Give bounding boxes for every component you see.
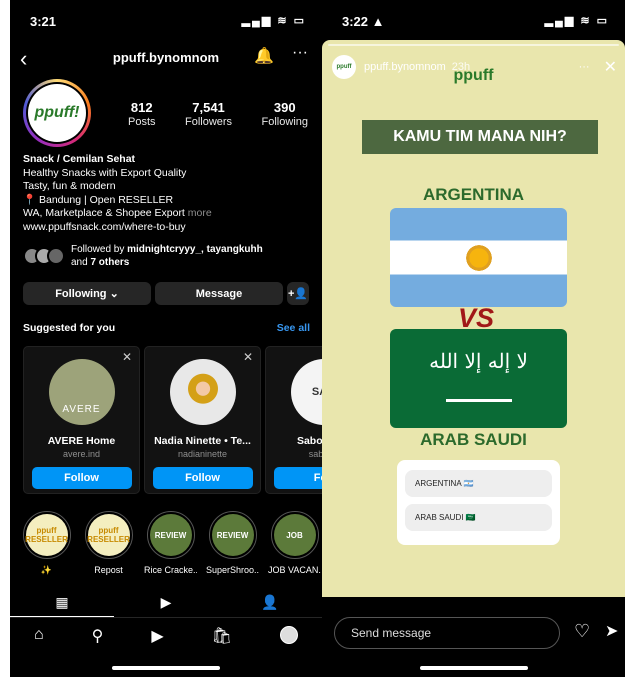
story-highlights: ppuff RESELLER ✨ ppuff RESELLER Repost R… xyxy=(20,511,321,576)
status-bar: 3:21 ▂▄▆ ≋ ▭ xyxy=(10,0,322,40)
profile-nav-avatar[interactable] xyxy=(279,626,298,644)
poll-option[interactable]: ARAB SAUDI 🇸🇦 xyxy=(405,504,552,531)
bio-line: WA, Marketplace & Shopee Export more xyxy=(23,207,212,219)
more-options-icon[interactable]: ··· xyxy=(292,44,308,62)
status-bar: 3:22 ▲ ▂▄▆ ≋ ▭ xyxy=(322,0,625,40)
tagged-icon[interactable]: 👤 xyxy=(218,592,322,617)
profile-actions: Following ⌄ Message +👤 xyxy=(23,282,314,305)
search-icon[interactable]: ⚲ xyxy=(92,626,104,646)
status-icons: ▂▄▆ ≋ ▭ xyxy=(241,15,306,27)
follow-button[interactable]: Follow xyxy=(152,467,253,489)
avatar: AVERE xyxy=(48,359,115,425)
avatar xyxy=(169,359,236,425)
message-button[interactable]: Message xyxy=(155,282,283,305)
reels-nav-icon[interactable]: ▶ xyxy=(151,626,163,646)
suggested-title: Suggested for you xyxy=(23,322,116,334)
highlight-item[interactable]: REVIEW Rice Cracke... xyxy=(144,511,197,576)
home-icon[interactable]: ⌂ xyxy=(34,626,44,646)
suggested-cards: ✕ AVERE AVERE Home avere.ind Follow ✕ Na… xyxy=(23,346,322,494)
see-all-link[interactable]: See all xyxy=(277,322,310,334)
profile-screen: 3:21 ▂▄▆ ≋ ▭ ‹ ppuff.bynomnom 🔔 ··· ppuf… xyxy=(10,0,322,677)
stat-followers[interactable]: 7,541 Followers xyxy=(185,100,232,128)
sun-icon xyxy=(464,243,494,273)
saudi-flag: لا إله إلا الله xyxy=(390,329,567,428)
card-username: saboen xyxy=(308,449,322,459)
bottom-nav: ⌂ ⚲ ▶ 🛍 xyxy=(10,626,322,646)
team-argentina-label: ARGENTINA xyxy=(422,185,525,204)
follow-button[interactable]: Foll xyxy=(273,467,322,489)
profile-username: ppuff.bynomnom xyxy=(112,50,220,65)
bio-line: 📍 Bandung | Open RESELLER xyxy=(23,193,174,206)
avatar-logo: ppuff! xyxy=(28,84,86,142)
story-question: KAMU TIM MANA NIH? xyxy=(362,120,598,154)
card-name: Nadia Ninette • Te... xyxy=(154,435,251,447)
poll-sticker: ARGENTINA 🇦🇷 ARAB SAUDI 🇸🇦 xyxy=(397,460,560,545)
status-time: 3:22 ▲ xyxy=(342,14,385,29)
avatar xyxy=(47,247,65,265)
add-user-button[interactable]: +👤 xyxy=(287,282,309,305)
home-indicator xyxy=(112,666,220,670)
sword-icon xyxy=(446,399,512,402)
suggested-header: Suggested for you See all xyxy=(23,322,310,334)
avatar: SAB xyxy=(290,359,322,425)
stat-following[interactable]: 390 Following xyxy=(262,100,308,128)
shop-icon[interactable]: 🛍 xyxy=(212,626,232,646)
profile-bio: Snack / Cemilan Sehat Healthy Snacks wit… xyxy=(23,153,314,234)
flag-script: لا إله إلا الله xyxy=(429,349,528,373)
status-icons: ▂▄▆ ≋ ▭ xyxy=(544,15,609,27)
suggested-card[interactable]: ✕ AVERE AVERE Home avere.ind Follow xyxy=(23,346,140,494)
status-time: 3:21 xyxy=(30,14,57,29)
profile-stats: 812 Posts 7,541 Followers 390 Following xyxy=(128,100,308,128)
reels-icon[interactable]: ▶ xyxy=(114,592,218,617)
suggested-card[interactable]: SAB Saboën by saboen Foll xyxy=(265,346,322,494)
follow-button[interactable]: Follow xyxy=(31,467,132,489)
profile-avatar[interactable]: ppuff! xyxy=(23,79,91,147)
bio-more-link[interactable]: more xyxy=(188,207,212,219)
card-name: AVERE Home xyxy=(47,435,116,447)
highlight-item[interactable]: JOB JOB VACAN... xyxy=(268,511,321,576)
bio-name: Snack / Cemilan Sehat xyxy=(23,153,136,165)
profile-tabs: ▦ ▶ 👤 xyxy=(10,592,322,618)
bio-line: Tasty, fun & modern xyxy=(23,180,116,192)
heart-icon[interactable]: ♡ xyxy=(574,621,590,642)
profile-header: ‹ ppuff.bynomnom 🔔 ··· xyxy=(10,44,322,74)
highlight-item[interactable]: REVIEW SuperShroo... xyxy=(206,511,259,576)
stat-posts[interactable]: 812 Posts xyxy=(128,100,156,128)
followed-by[interactable]: Followed by midnightcryyy_, tayangkuhh an… xyxy=(23,243,314,269)
argentina-flag xyxy=(390,208,567,307)
card-name: Saboën by xyxy=(296,435,322,447)
close-icon[interactable]: ✕ xyxy=(243,350,253,364)
bell-icon[interactable]: 🔔 xyxy=(254,46,274,66)
story-content[interactable]: ppuff ppuff.bynomnom 23h ··· ✕ ppuff KAM… xyxy=(322,40,625,597)
close-icon[interactable]: ✕ xyxy=(122,350,132,364)
bio-line: Healthy Snacks with Export Quality xyxy=(23,166,187,179)
highlight-item[interactable]: ppuff RESELLER Repost xyxy=(82,511,135,576)
highlight-item[interactable]: ppuff RESELLER ✨ xyxy=(20,511,73,576)
story-brand: ppuff xyxy=(453,67,494,84)
following-button[interactable]: Following ⌄ xyxy=(23,282,151,305)
home-indicator xyxy=(420,666,528,670)
team-saudi-label: ARAB SAUDI xyxy=(420,430,527,449)
card-username: nadianinette xyxy=(177,449,228,459)
card-username: avere.ind xyxy=(62,449,101,459)
send-message-input[interactable]: Send message xyxy=(334,617,560,649)
poll-option[interactable]: ARGENTINA 🇦🇷 xyxy=(405,470,552,497)
story-screen: 3:22 ▲ ▂▄▆ ≋ ▭ ppuff ppuff.bynomnom 23h … xyxy=(322,0,625,677)
suggested-card[interactable]: ✕ Nadia Ninette • Te... nadianinette Fol… xyxy=(144,346,261,494)
story-progress-bar xyxy=(328,44,619,46)
grid-icon[interactable]: ▦ xyxy=(10,592,114,617)
bio-link[interactable]: www.ppuffsnack.com/where-to-buy xyxy=(23,221,314,235)
send-icon[interactable]: ➤ xyxy=(605,621,618,641)
